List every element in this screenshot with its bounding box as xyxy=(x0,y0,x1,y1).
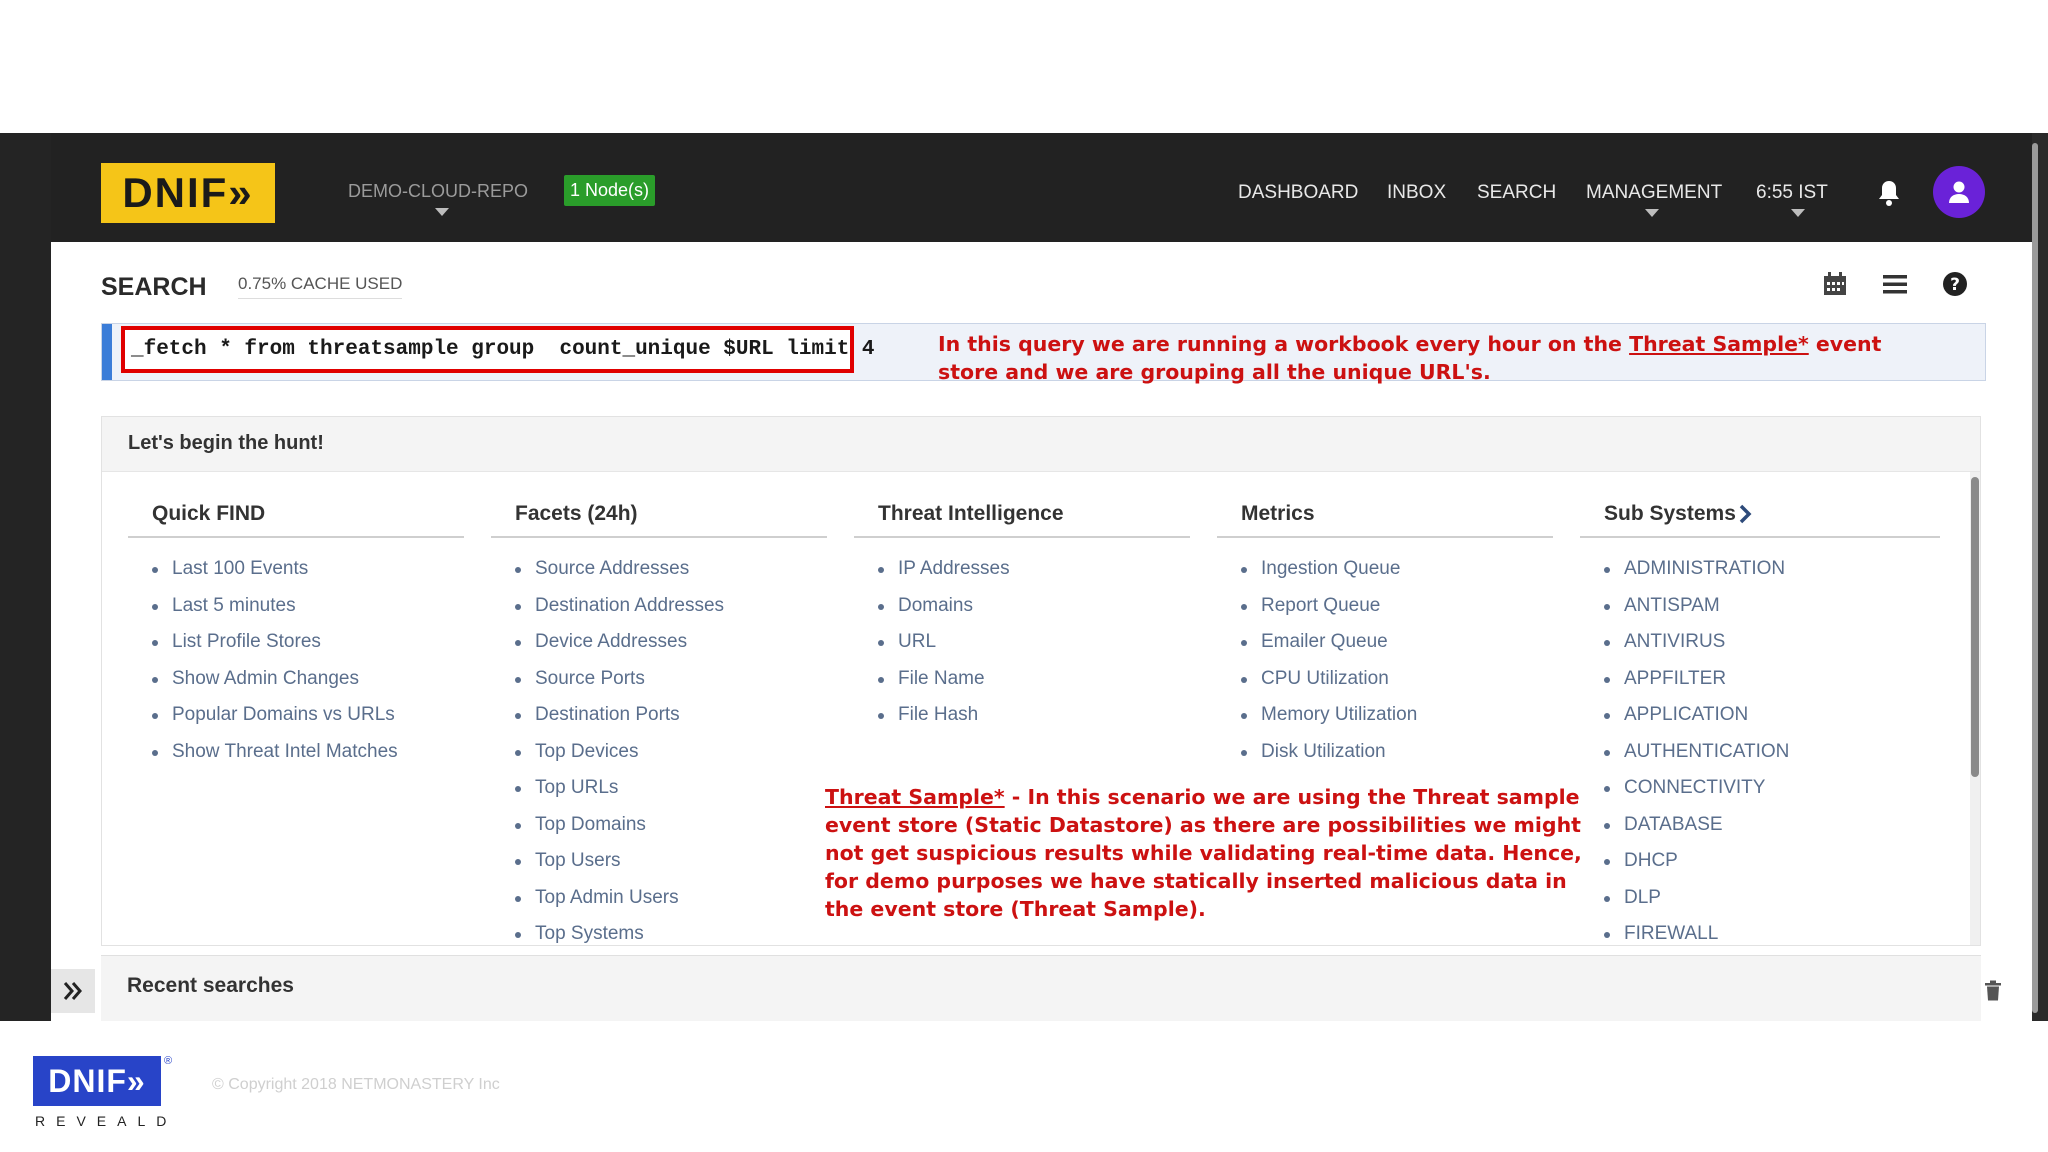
management-caret-icon[interactable] xyxy=(1645,209,1659,217)
list-item[interactable]: DLP xyxy=(1604,880,1940,917)
list-item[interactable]: Show Admin Changes xyxy=(152,661,464,698)
list-item[interactable]: Top Systems xyxy=(515,916,827,953)
list-item[interactable]: APPLICATION xyxy=(1604,697,1940,734)
list-item[interactable]: File Name xyxy=(878,661,1190,698)
column-sub-systems: Sub Systems ADMINISTRATION ANTISPAM ANTI… xyxy=(1580,492,1940,953)
scenario-annotation: Threat Sample* - In this scenario we are… xyxy=(825,783,1595,923)
facets-list: Source Addresses Destination Addresses D… xyxy=(491,538,827,953)
list-item[interactable]: Emailer Queue xyxy=(1241,624,1553,661)
sub-systems-title: Sub Systems xyxy=(1604,502,1736,525)
footer-dnif-logo: DNIF» xyxy=(33,1056,161,1106)
list-item[interactable]: ADMINISTRATION xyxy=(1604,551,1940,588)
recent-searches-title: Recent searches xyxy=(127,974,294,997)
copyright-text: © Copyright 2018 NETMONASTERY Inc xyxy=(212,1076,500,1093)
column-title[interactable]: Sub Systems xyxy=(1580,492,1940,538)
registered-mark: ® xyxy=(164,1055,173,1067)
list-item[interactable]: Last 5 minutes xyxy=(152,588,464,625)
repo-caret-icon[interactable] xyxy=(435,208,449,216)
top-nav-bar: DNIF» DEMO-CLOUD-REPO 1 Node(s) DASHBOAR… xyxy=(51,133,2032,242)
list-item[interactable]: Top Devices xyxy=(515,734,827,771)
list-item[interactable]: DATABASE xyxy=(1604,807,1940,844)
list-item[interactable]: Destination Ports xyxy=(515,697,827,734)
list-item[interactable]: Top Domains xyxy=(515,807,827,844)
user-icon xyxy=(1949,181,1969,203)
list-item[interactable]: DHCP xyxy=(1604,843,1940,880)
list-item[interactable]: AUTHENTICATION xyxy=(1604,734,1940,771)
nav-search[interactable]: SEARCH xyxy=(1477,182,1556,204)
column-threat-intelligence: Threat Intelligence IP Addresses Domains… xyxy=(854,492,1190,734)
threat-sample-link[interactable]: Threat Sample* xyxy=(1629,332,1809,356)
column-facets: Facets (24h) Source Addresses Destinatio… xyxy=(491,492,827,953)
column-title: Facets (24h) xyxy=(491,492,827,538)
list-item[interactable]: Show Threat Intel Matches xyxy=(152,734,464,771)
nav-management[interactable]: MANAGEMENT xyxy=(1586,182,1722,204)
list-item[interactable]: Popular Domains vs URLs xyxy=(152,697,464,734)
footer-tagline: REVEALD xyxy=(35,1113,178,1129)
left-sidebar-strip xyxy=(0,133,51,1021)
list-item[interactable]: FIREWALL xyxy=(1604,916,1940,953)
cache-status: 0.75% CACHE USED xyxy=(238,274,403,299)
query-accent xyxy=(102,324,112,380)
list-item[interactable]: Last 100 Events xyxy=(152,551,464,588)
svg-text:?: ? xyxy=(1950,275,1960,295)
list-item[interactable]: ANTIVIRUS xyxy=(1604,624,1940,661)
repo-selector[interactable]: DEMO-CLOUD-REPO xyxy=(348,181,528,202)
column-metrics: Metrics Ingestion Queue Report Queue Ema… xyxy=(1217,492,1553,770)
trash-icon[interactable] xyxy=(1984,980,2002,1002)
panel-scrollbar-thumb[interactable] xyxy=(1971,477,1979,777)
nav-inbox[interactable]: INBOX xyxy=(1387,182,1446,204)
user-avatar[interactable] xyxy=(1933,166,1985,218)
list-item[interactable]: Domains xyxy=(878,588,1190,625)
metrics-list: Ingestion Queue Report Queue Emailer Que… xyxy=(1217,538,1553,770)
quick-find-list: Last 100 Events Last 5 minutes List Prof… xyxy=(128,538,464,770)
threat-sample-link[interactable]: Threat Sample* xyxy=(825,785,1005,809)
sub-systems-list: ADMINISTRATION ANTISPAM ANTIVIRUS APPFIL… xyxy=(1580,538,1940,953)
query-annotation: In this query we are running a workbook … xyxy=(938,330,1898,386)
menu-icon[interactable] xyxy=(1882,271,1908,297)
list-item[interactable]: CONNECTIVITY xyxy=(1604,770,1940,807)
list-item[interactable]: Disk Utilization xyxy=(1241,734,1553,771)
search-query-input[interactable]: _fetch * from threatsample group count_u… xyxy=(121,326,875,373)
double-chevron-right-icon xyxy=(63,982,82,1000)
sidebar-expand-button[interactable] xyxy=(51,969,95,1013)
list-item[interactable]: IP Addresses xyxy=(878,551,1190,588)
time-caret-icon[interactable] xyxy=(1791,209,1805,217)
recent-searches-bar[interactable]: Recent searches xyxy=(101,955,2001,1021)
help-icon[interactable]: ? xyxy=(1942,271,1968,297)
column-title: Quick FIND xyxy=(128,492,464,538)
list-item[interactable]: List Profile Stores xyxy=(152,624,464,661)
list-item[interactable]: Device Addresses xyxy=(515,624,827,661)
dnif-logo[interactable]: DNIF» xyxy=(101,163,275,223)
nodes-badge: 1 Node(s) xyxy=(564,175,656,206)
list-item[interactable]: Top Admin Users xyxy=(515,880,827,917)
list-item[interactable]: Report Queue xyxy=(1241,588,1553,625)
list-item[interactable]: Source Ports xyxy=(515,661,827,698)
query-bar: _fetch * from threatsample group count_u… xyxy=(101,323,1986,384)
time-display[interactable]: 6:55 IST xyxy=(1756,182,1828,204)
query-note-before: In this query we are running a workbook … xyxy=(938,332,1630,356)
list-item[interactable]: Top Users xyxy=(515,843,827,880)
chevron-right-icon[interactable] xyxy=(1738,504,1752,524)
calendar-icon[interactable] xyxy=(1822,271,1848,297)
column-title: Threat Intelligence xyxy=(854,492,1190,538)
list-item[interactable]: CPU Utilization xyxy=(1241,661,1553,698)
window-scrollbar[interactable] xyxy=(2032,143,2038,1013)
list-item[interactable]: Source Addresses xyxy=(515,551,827,588)
threat-intel-list: IP Addresses Domains URL File Name File … xyxy=(854,538,1190,734)
column-quick-find: Quick FIND Last 100 Events Last 5 minute… xyxy=(128,492,464,770)
list-item[interactable]: Memory Utilization xyxy=(1241,697,1553,734)
page-title: SEARCH xyxy=(101,273,207,301)
panel-header: Let's begin the hunt! xyxy=(102,417,1980,472)
panel-heading: Let's begin the hunt! xyxy=(128,432,324,454)
list-item[interactable]: Top URLs xyxy=(515,770,827,807)
bell-icon[interactable] xyxy=(1877,179,1901,207)
nav-dashboard[interactable]: DASHBOARD xyxy=(1238,182,1358,204)
list-item[interactable]: ANTISPAM xyxy=(1604,588,1940,625)
list-item[interactable]: URL xyxy=(878,624,1190,661)
list-item[interactable]: Destination Addresses xyxy=(515,588,827,625)
list-item[interactable]: Ingestion Queue xyxy=(1241,551,1553,588)
list-item[interactable]: File Hash xyxy=(878,697,1190,734)
column-title: Metrics xyxy=(1217,492,1553,538)
list-item[interactable]: APPFILTER xyxy=(1604,661,1940,698)
